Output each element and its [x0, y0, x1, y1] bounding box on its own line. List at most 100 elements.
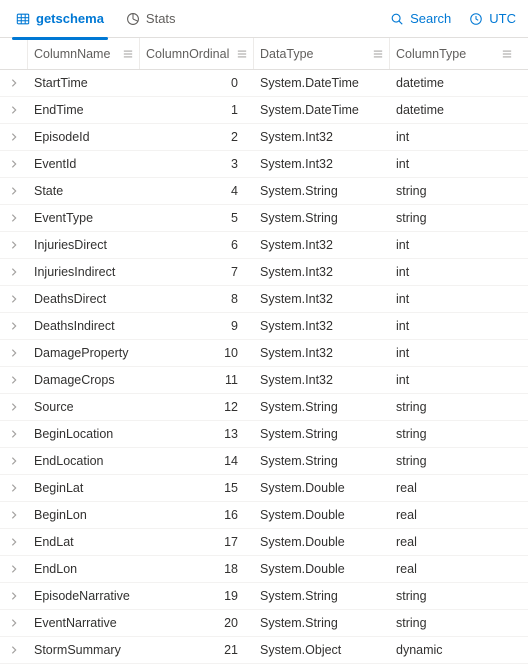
table-row[interactable]: EndLon18System.Doublereal — [0, 556, 528, 583]
cell-datatype: System.String — [254, 427, 390, 441]
expand-row-button[interactable] — [0, 178, 28, 204]
clock-icon — [469, 12, 483, 26]
cell-columntype: string — [390, 211, 518, 225]
stats-icon — [126, 12, 140, 26]
tab-getschema[interactable]: getschema — [14, 5, 106, 32]
table-row[interactable]: EventNarrative20System.Stringstring — [0, 610, 528, 637]
cell-columnordinal: 9 — [140, 319, 254, 333]
cell-columntype: dynamic — [390, 643, 518, 657]
cell-columnordinal: 5 — [140, 211, 254, 225]
search-label: Search — [410, 11, 451, 26]
expand-row-button[interactable] — [0, 394, 28, 420]
table-row[interactable]: EndTime1System.DateTimedatetime — [0, 97, 528, 124]
tab-stats-label: Stats — [146, 11, 176, 26]
table-row[interactable]: InjuriesIndirect7System.Int32int — [0, 259, 528, 286]
cell-columnname: EndLocation — [28, 454, 140, 468]
cell-columntype: datetime — [390, 76, 518, 90]
cell-columnname: EndTime — [28, 103, 140, 117]
cell-datatype: System.DateTime — [254, 76, 390, 90]
table-row[interactable]: BeginLon16System.Doublereal — [0, 502, 528, 529]
results-grid: ColumnName ColumnOrdinal DataType Column… — [0, 38, 528, 664]
expand-row-button[interactable] — [0, 448, 28, 474]
expand-row-button[interactable] — [0, 610, 28, 636]
cell-columnordinal: 15 — [140, 481, 254, 495]
expand-row-button[interactable] — [0, 583, 28, 609]
expand-row-button[interactable] — [0, 421, 28, 447]
expand-row-button[interactable] — [0, 529, 28, 555]
cell-columntype: int — [390, 319, 518, 333]
table-row[interactable]: DeathsDirect8System.Int32int — [0, 286, 528, 313]
cell-columntype: string — [390, 589, 518, 603]
cell-datatype: System.String — [254, 400, 390, 414]
cell-datatype: System.Double — [254, 508, 390, 522]
expand-row-button[interactable] — [0, 502, 28, 528]
table-row[interactable]: DamageProperty10System.Int32int — [0, 340, 528, 367]
timezone-action[interactable]: UTC — [469, 11, 516, 26]
expand-row-button[interactable] — [0, 340, 28, 366]
tab-stats[interactable]: Stats — [124, 5, 178, 32]
expand-row-button[interactable] — [0, 637, 28, 663]
header-columnname[interactable]: ColumnName — [28, 38, 140, 69]
header-columnordinal-label: ColumnOrdinal — [146, 47, 231, 61]
expand-row-button[interactable] — [0, 367, 28, 393]
cell-columnname: BeginLat — [28, 481, 140, 495]
cell-columnname: BeginLon — [28, 508, 140, 522]
cell-datatype: System.Int32 — [254, 238, 390, 252]
header-columntype-label: ColumnType — [396, 47, 496, 61]
table-row[interactable]: StormSummary21System.Objectdynamic — [0, 637, 528, 664]
cell-columntype: string — [390, 616, 518, 630]
expand-row-button[interactable] — [0, 556, 28, 582]
cell-columntype: string — [390, 184, 518, 198]
cell-columntype: real — [390, 481, 518, 495]
expand-row-button[interactable] — [0, 70, 28, 96]
header-columnordinal[interactable]: ColumnOrdinal — [140, 38, 254, 69]
expand-row-button[interactable] — [0, 205, 28, 231]
tabs: getschema Stats — [14, 5, 390, 32]
cell-columnname: EventNarrative — [28, 616, 140, 630]
header-columnname-label: ColumnName — [34, 47, 117, 61]
cell-columnordinal: 13 — [140, 427, 254, 441]
cell-columntype: int — [390, 292, 518, 306]
table-row[interactable]: StartTime0System.DateTimedatetime — [0, 70, 528, 97]
cell-datatype: System.DateTime — [254, 103, 390, 117]
table-row[interactable]: BeginLat15System.Doublereal — [0, 475, 528, 502]
table-row[interactable]: BeginLocation13System.Stringstring — [0, 421, 528, 448]
menu-icon[interactable] — [123, 49, 133, 59]
cell-columntype: datetime — [390, 103, 518, 117]
cell-columnname: EventType — [28, 211, 140, 225]
search-action[interactable]: Search — [390, 11, 451, 26]
table-row[interactable]: EpisodeId2System.Int32int — [0, 124, 528, 151]
expand-row-button[interactable] — [0, 124, 28, 150]
table-icon — [16, 12, 30, 26]
expand-row-button[interactable] — [0, 259, 28, 285]
grid-header: ColumnName ColumnOrdinal DataType Column… — [0, 38, 528, 70]
expand-row-button[interactable] — [0, 475, 28, 501]
expand-row-button[interactable] — [0, 313, 28, 339]
expand-row-button[interactable] — [0, 151, 28, 177]
table-row[interactable]: EndLat17System.Doublereal — [0, 529, 528, 556]
header-columntype[interactable]: ColumnType — [390, 38, 518, 69]
cell-columnname: DeathsDirect — [28, 292, 140, 306]
menu-icon[interactable] — [237, 49, 247, 59]
cell-columnname: InjuriesDirect — [28, 238, 140, 252]
expand-row-button[interactable] — [0, 286, 28, 312]
header-datatype[interactable]: DataType — [254, 38, 390, 69]
cell-columnordinal: 3 — [140, 157, 254, 171]
expand-row-button[interactable] — [0, 232, 28, 258]
expand-row-button[interactable] — [0, 97, 28, 123]
table-row[interactable]: EpisodeNarrative19System.Stringstring — [0, 583, 528, 610]
cell-columntype: int — [390, 346, 518, 360]
cell-columntype: string — [390, 400, 518, 414]
menu-icon[interactable] — [373, 49, 383, 59]
table-row[interactable]: State4System.Stringstring — [0, 178, 528, 205]
table-row[interactable]: DamageCrops11System.Int32int — [0, 367, 528, 394]
table-row[interactable]: EventType5System.Stringstring — [0, 205, 528, 232]
table-row[interactable]: InjuriesDirect6System.Int32int — [0, 232, 528, 259]
menu-icon[interactable] — [502, 49, 512, 59]
table-row[interactable]: DeathsIndirect9System.Int32int — [0, 313, 528, 340]
grid-body: StartTime0System.DateTimedatetimeEndTime… — [0, 70, 528, 664]
table-row[interactable]: Source12System.Stringstring — [0, 394, 528, 421]
cell-columnordinal: 16 — [140, 508, 254, 522]
table-row[interactable]: EndLocation14System.Stringstring — [0, 448, 528, 475]
table-row[interactable]: EventId3System.Int32int — [0, 151, 528, 178]
